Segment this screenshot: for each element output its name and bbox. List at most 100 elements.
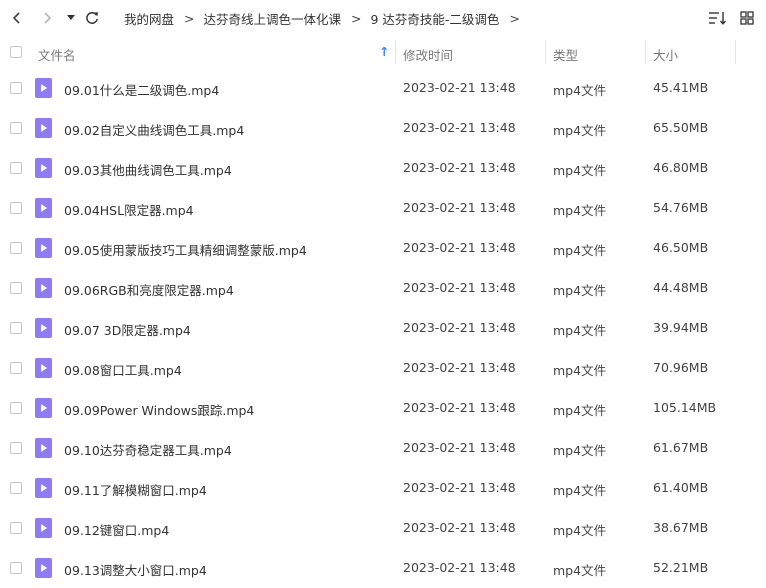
row-checkbox[interactable] (10, 322, 22, 334)
file-size: 105.14MB (653, 400, 717, 415)
file-date: 2023-02-21 13:48 (403, 240, 516, 255)
column-type-header[interactable]: 类型 (553, 45, 578, 64)
file-size: 46.80MB (653, 160, 709, 175)
view-controls (708, 0, 754, 36)
row-checkbox[interactable] (10, 242, 22, 254)
file-row[interactable]: 09.04HSL限定器.mp4 2023-02-21 13:48 mp4文件 5… (0, 188, 766, 228)
file-list: 09.01什么是二级调色.mp4 2023-02-21 13:48 mp4文件 … (0, 68, 766, 588)
video-file-icon (35, 438, 52, 458)
file-size: 61.67MB (653, 440, 709, 455)
grid-view-icon (740, 11, 754, 25)
video-file-icon (35, 118, 52, 138)
row-checkbox[interactable] (10, 482, 22, 494)
refresh-button[interactable] (82, 0, 102, 36)
file-row[interactable]: 09.10达芬奇稳定器工具.mp4 2023-02-21 13:48 mp4文件… (0, 428, 766, 468)
file-row[interactable]: 09.01什么是二级调色.mp4 2023-02-21 13:48 mp4文件 … (0, 68, 766, 108)
row-checkbox[interactable] (10, 82, 22, 94)
file-type: mp4文件 (553, 403, 607, 418)
file-row[interactable]: 09.08窗口工具.mp4 2023-02-21 13:48 mp4文件 70.… (0, 348, 766, 388)
file-type: mp4文件 (553, 363, 607, 378)
column-divider[interactable] (395, 40, 396, 64)
file-name: 09.08窗口工具.mp4 (64, 363, 182, 378)
file-size: 38.67MB (653, 520, 709, 535)
caret-down-icon (67, 15, 75, 20)
breadcrumb: 我的网盘 > 达芬奇线上调色一体化课 > 9 达芬奇技能-二级调色 > (124, 0, 529, 36)
breadcrumb-item-current[interactable]: 9 达芬奇技能-二级调色 (371, 9, 500, 28)
row-checkbox[interactable] (10, 282, 22, 294)
file-row[interactable]: 09.11了解模糊窗口.mp4 2023-02-21 13:48 mp4文件 6… (0, 468, 766, 508)
file-name: 09.06RGB和亮度限定器.mp4 (64, 283, 234, 298)
history-dropdown-button[interactable] (64, 0, 78, 36)
column-divider[interactable] (645, 40, 646, 64)
select-all-checkbox[interactable] (10, 46, 22, 58)
breadcrumb-item-root[interactable]: 我的网盘 (124, 9, 174, 28)
column-date-header[interactable]: 修改时间 (403, 45, 453, 64)
grid-view-button[interactable] (740, 0, 754, 36)
file-date: 2023-02-21 13:48 (403, 200, 516, 215)
file-date: 2023-02-21 13:48 (403, 360, 516, 375)
file-row[interactable]: 09.05使用蒙版技巧工具精细调整蒙版.mp4 2023-02-21 13:48… (0, 228, 766, 268)
file-type: mp4文件 (553, 283, 607, 298)
file-row[interactable]: 09.07 3D限定器.mp4 2023-02-21 13:48 mp4文件 3… (0, 308, 766, 348)
breadcrumb-separator: > (351, 10, 362, 26)
file-row[interactable]: 09.09Power Windows跟踪.mp4 2023-02-21 13:4… (0, 388, 766, 428)
video-file-icon (35, 518, 52, 538)
forward-button[interactable] (38, 0, 56, 36)
file-name: 09.09Power Windows跟踪.mp4 (64, 403, 255, 418)
file-name: 09.10达芬奇稳定器工具.mp4 (64, 443, 232, 458)
file-date: 2023-02-21 13:48 (403, 120, 516, 135)
file-type: mp4文件 (553, 243, 607, 258)
video-file-icon (35, 198, 52, 218)
breadcrumb-separator: > (509, 10, 520, 26)
file-date: 2023-02-21 13:48 (403, 280, 516, 295)
back-button[interactable] (8, 0, 26, 36)
video-file-icon (35, 158, 52, 178)
file-size: 54.76MB (653, 200, 709, 215)
row-checkbox[interactable] (10, 202, 22, 214)
row-checkbox[interactable] (10, 562, 22, 574)
column-divider[interactable] (545, 40, 546, 64)
toolbar: 我的网盘 > 达芬奇线上调色一体化课 > 9 达芬奇技能-二级调色 > (0, 0, 766, 36)
file-size: 45.41MB (653, 80, 709, 95)
row-checkbox[interactable] (10, 122, 22, 134)
column-header: 文件名 ↑ 修改时间 类型 大小 (0, 37, 766, 67)
column-size-header[interactable]: 大小 (653, 45, 678, 64)
file-date: 2023-02-21 13:48 (403, 80, 516, 95)
file-name: 09.07 3D限定器.mp4 (64, 323, 191, 338)
file-date: 2023-02-21 13:48 (403, 440, 516, 455)
column-divider[interactable] (735, 40, 736, 64)
file-type: mp4文件 (553, 523, 607, 538)
row-checkbox[interactable] (10, 522, 22, 534)
file-date: 2023-02-21 13:48 (403, 480, 516, 495)
breadcrumb-item-course[interactable]: 达芬奇线上调色一体化课 (204, 9, 342, 28)
sort-ascending-icon[interactable]: ↑ (379, 44, 389, 59)
file-row[interactable]: 09.02自定义曲线调色工具.mp4 2023-02-21 13:48 mp4文… (0, 108, 766, 148)
file-size: 46.50MB (653, 240, 709, 255)
video-file-icon (35, 78, 52, 98)
video-file-icon (35, 398, 52, 418)
file-name: 09.11了解模糊窗口.mp4 (64, 483, 207, 498)
row-checkbox[interactable] (10, 402, 22, 414)
chevron-right-icon (44, 12, 52, 24)
sort-button[interactable] (708, 0, 726, 36)
file-type: mp4文件 (553, 563, 607, 578)
file-size: 61.40MB (653, 480, 709, 495)
video-file-icon (35, 558, 52, 578)
video-file-icon (35, 238, 52, 258)
file-row[interactable]: 09.13调整大小窗口.mp4 2023-02-21 13:48 mp4文件 5… (0, 548, 766, 588)
column-name-header[interactable]: 文件名 (38, 45, 76, 64)
row-checkbox[interactable] (10, 442, 22, 454)
sort-list-icon (709, 12, 726, 25)
row-checkbox[interactable] (10, 162, 22, 174)
file-date: 2023-02-21 13:48 (403, 400, 516, 415)
file-row[interactable]: 09.06RGB和亮度限定器.mp4 2023-02-21 13:48 mp4文… (0, 268, 766, 308)
file-row[interactable]: 09.12键窗口.mp4 2023-02-21 13:48 mp4文件 38.6… (0, 508, 766, 548)
file-row[interactable]: 09.03其他曲线调色工具.mp4 2023-02-21 13:48 mp4文件… (0, 148, 766, 188)
file-size: 70.96MB (653, 360, 709, 375)
file-date: 2023-02-21 13:48 (403, 160, 516, 175)
video-file-icon (35, 318, 52, 338)
video-file-icon (35, 278, 52, 298)
file-size: 65.50MB (653, 120, 709, 135)
file-name: 09.01什么是二级调色.mp4 (64, 83, 220, 98)
row-checkbox[interactable] (10, 362, 22, 374)
